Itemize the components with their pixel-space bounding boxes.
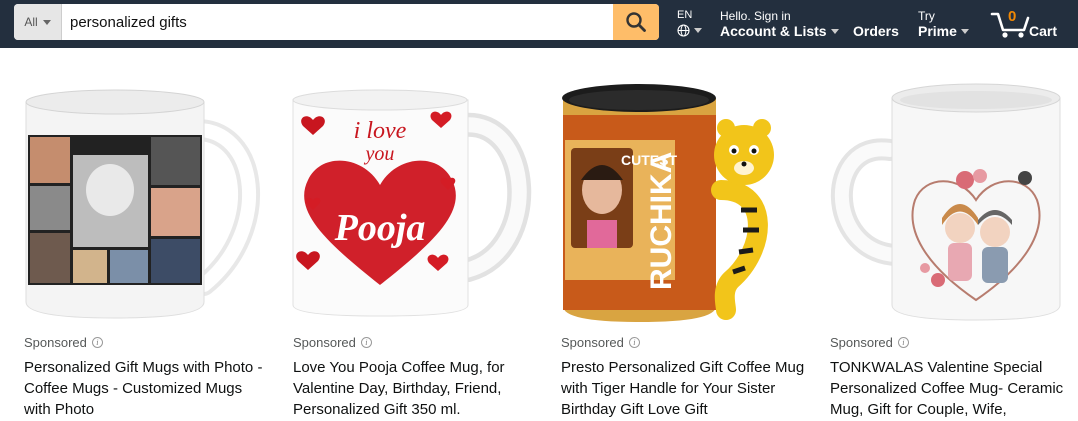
account-greeting: Hello. Sign in	[720, 9, 791, 23]
product-card[interactable]: CUTEST RUCHIKA Sponsored i Presto Person…	[551, 50, 809, 421]
chevron-down-icon	[694, 28, 702, 33]
cart-count: 0	[1008, 8, 1017, 25]
product-card[interactable]: i love you Pooja Sponsored i Love You Po…	[283, 50, 541, 421]
mug-you-text: you	[364, 143, 395, 165]
product-image[interactable]: CUTEST RUCHIKA	[551, 80, 809, 326]
prime-menu[interactable]: Try Prime	[918, 10, 969, 40]
product-title[interactable]: Love You Pooja Coffee Mug, for Valentine…	[293, 357, 538, 420]
search-button[interactable]	[613, 4, 659, 40]
info-icon[interactable]: i	[897, 337, 909, 348]
sponsored-label: Sponsored i	[293, 335, 372, 350]
info-icon[interactable]: i	[628, 337, 640, 348]
sponsored-label: Sponsored i	[830, 335, 909, 350]
prime-try-label: Try	[918, 9, 935, 23]
mug-name-text: Pooja	[334, 207, 426, 249]
product-title[interactable]: Personalized Gift Mugs with Photo - Coff…	[24, 357, 269, 420]
mug-name-text: RUCHIKA	[645, 152, 678, 290]
product-title[interactable]: TONKWALAS Valentine Special Personalized…	[830, 357, 1075, 420]
cart-button[interactable]: 0 Cart	[990, 8, 1070, 42]
search-icon	[626, 12, 646, 32]
product-card[interactable]: Sponsored i Personalized Gift Mugs with …	[14, 50, 272, 421]
account-lists-menu[interactable]: Hello. Sign in Account & Lists	[720, 10, 839, 40]
search-input[interactable]	[62, 4, 613, 40]
product-title[interactable]: Presto Personalized Gift Coffee Mug with…	[561, 357, 806, 420]
chevron-down-icon	[42, 19, 51, 25]
search-category-label: All	[24, 15, 38, 29]
product-image[interactable]: i love you Pooja	[283, 80, 541, 326]
globe-icon	[677, 24, 690, 37]
top-nav-bar: All EN Hello. Sign in Account & Lists	[0, 0, 1078, 48]
mug-love-text: i love	[354, 118, 407, 144]
product-card[interactable]: Sponsored i TONKWALAS Valentine Special …	[820, 50, 1078, 421]
account-lists-label: Account & Lists	[720, 23, 827, 39]
orders-link[interactable]: Orders	[853, 23, 899, 39]
cart-label: Cart	[1029, 23, 1058, 39]
product-image[interactable]	[14, 80, 272, 326]
product-image[interactable]	[820, 80, 1078, 326]
chevron-down-icon	[830, 29, 839, 34]
prime-label: Prime	[918, 23, 957, 39]
search-bar: All	[14, 4, 659, 40]
sponsored-label: Sponsored i	[561, 335, 640, 350]
info-icon[interactable]: i	[360, 337, 372, 348]
sponsored-label: Sponsored i	[24, 335, 103, 350]
search-category-dropdown[interactable]: All	[14, 4, 62, 40]
info-icon[interactable]: i	[91, 337, 103, 348]
chevron-down-icon	[960, 29, 969, 34]
language-selector[interactable]: EN	[677, 9, 702, 37]
language-code: EN	[677, 9, 693, 21]
